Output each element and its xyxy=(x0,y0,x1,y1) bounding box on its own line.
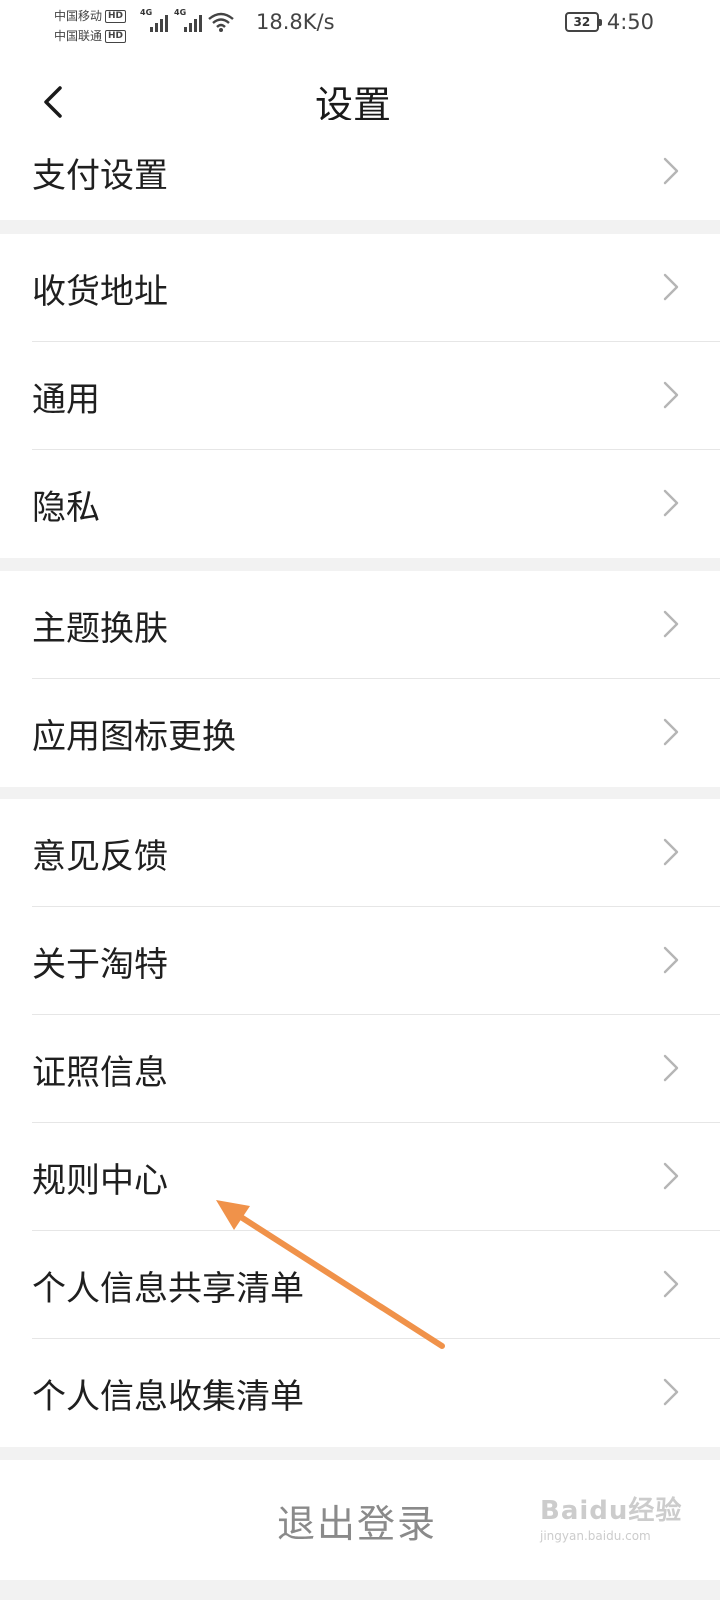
settings-item-label: 个人信息收集清单 xyxy=(32,1376,304,1417)
carrier-info: 中国移动 HD 中国联通 HD xyxy=(54,6,127,46)
wifi-icon xyxy=(208,12,234,32)
logout-label: 退出登录 xyxy=(276,1501,437,1546)
signal-icons: 4G 4G xyxy=(140,8,234,32)
settings-item-feedback[interactable]: 意见反馈 xyxy=(0,799,720,907)
settings-item-theme[interactable]: 主题换肤 xyxy=(0,571,720,679)
settings-item-label: 证照信息 xyxy=(32,1052,168,1093)
settings-item-rules-center[interactable]: 规则中心 xyxy=(0,1123,720,1231)
settings-group-payment: 支付设置 xyxy=(0,120,720,220)
chevron-right-icon xyxy=(663,381,679,409)
hd-badge: HD xyxy=(105,9,127,23)
baidu-watermark: Baidu经验 jingyan.baidu.com xyxy=(540,1490,682,1543)
settings-item-label: 应用图标更换 xyxy=(32,716,236,757)
chevron-right-icon xyxy=(663,157,679,185)
settings-group-general: 收货地址 通用 隐私 xyxy=(0,234,720,558)
chevron-right-icon xyxy=(663,1270,679,1298)
settings-item-info-collection-list[interactable]: 个人信息收集清单 xyxy=(0,1339,720,1447)
settings-item-label: 收货地址 xyxy=(32,271,168,312)
settings-item-info-sharing-list[interactable]: 个人信息共享清单 xyxy=(0,1231,720,1339)
settings-group-about: 意见反馈 关于淘特 证照信息 规则中心 个人信息共享清单 个人信息收集清单 xyxy=(0,799,720,1447)
chevron-right-icon xyxy=(663,1054,679,1082)
battery-level: 32 xyxy=(573,15,591,29)
settings-item-label: 规则中心 xyxy=(32,1160,168,1201)
chevron-right-icon xyxy=(663,1162,679,1190)
network-type: 4G xyxy=(140,8,153,17)
settings-item-app-icon[interactable]: 应用图标更换 xyxy=(0,679,720,787)
battery-icon: 32 xyxy=(564,12,602,32)
network-type: 4G xyxy=(174,8,187,17)
chevron-right-icon xyxy=(663,610,679,638)
settings-item-payment[interactable]: 支付设置 xyxy=(0,120,720,220)
settings-item-address[interactable]: 收货地址 xyxy=(0,234,720,342)
settings-item-privacy[interactable]: 隐私 xyxy=(0,450,720,558)
settings-item-label: 关于淘特 xyxy=(32,944,168,985)
chevron-right-icon xyxy=(663,1378,679,1406)
signal-icon: 4G xyxy=(140,8,168,32)
clock: 4:50 xyxy=(606,10,654,34)
status-bar: 中国移动 HD 中国联通 HD 4G 4G 18.8K/s 32 4:50 xyxy=(0,0,720,52)
settings-item-license[interactable]: 证照信息 xyxy=(0,1015,720,1123)
settings-group-appearance: 主题换肤 应用图标更换 xyxy=(0,571,720,787)
settings-screen: 中国移动 HD 中国联通 HD 4G 4G 18.8K/s 32 4:50 设置… xyxy=(0,0,720,1600)
chevron-right-icon xyxy=(663,718,679,746)
status-right: 32 4:50 xyxy=(564,10,654,34)
settings-item-label: 意见反馈 xyxy=(32,836,168,877)
chevron-right-icon xyxy=(663,946,679,974)
watermark-url: jingyan.baidu.com xyxy=(540,1529,651,1543)
chevron-right-icon xyxy=(663,489,679,517)
hd-badge: HD xyxy=(105,29,127,43)
chevron-right-icon xyxy=(663,273,679,301)
settings-item-general[interactable]: 通用 xyxy=(0,342,720,450)
carrier-2: 中国联通 xyxy=(54,29,103,43)
settings-item-label: 支付设置 xyxy=(32,156,168,196)
network-speed: 18.8K/s xyxy=(256,10,335,34)
settings-item-about[interactable]: 关于淘特 xyxy=(0,907,720,1015)
settings-item-label: 通用 xyxy=(32,379,100,420)
watermark-logo: Baidu经验 xyxy=(540,1496,683,1526)
settings-item-label: 主题换肤 xyxy=(32,608,168,649)
carrier-1: 中国移动 xyxy=(54,9,103,23)
settings-item-label: 个人信息共享清单 xyxy=(32,1268,304,1309)
signal-icon: 4G xyxy=(174,8,202,32)
settings-item-label: 隐私 xyxy=(32,487,100,528)
chevron-right-icon xyxy=(663,838,679,866)
